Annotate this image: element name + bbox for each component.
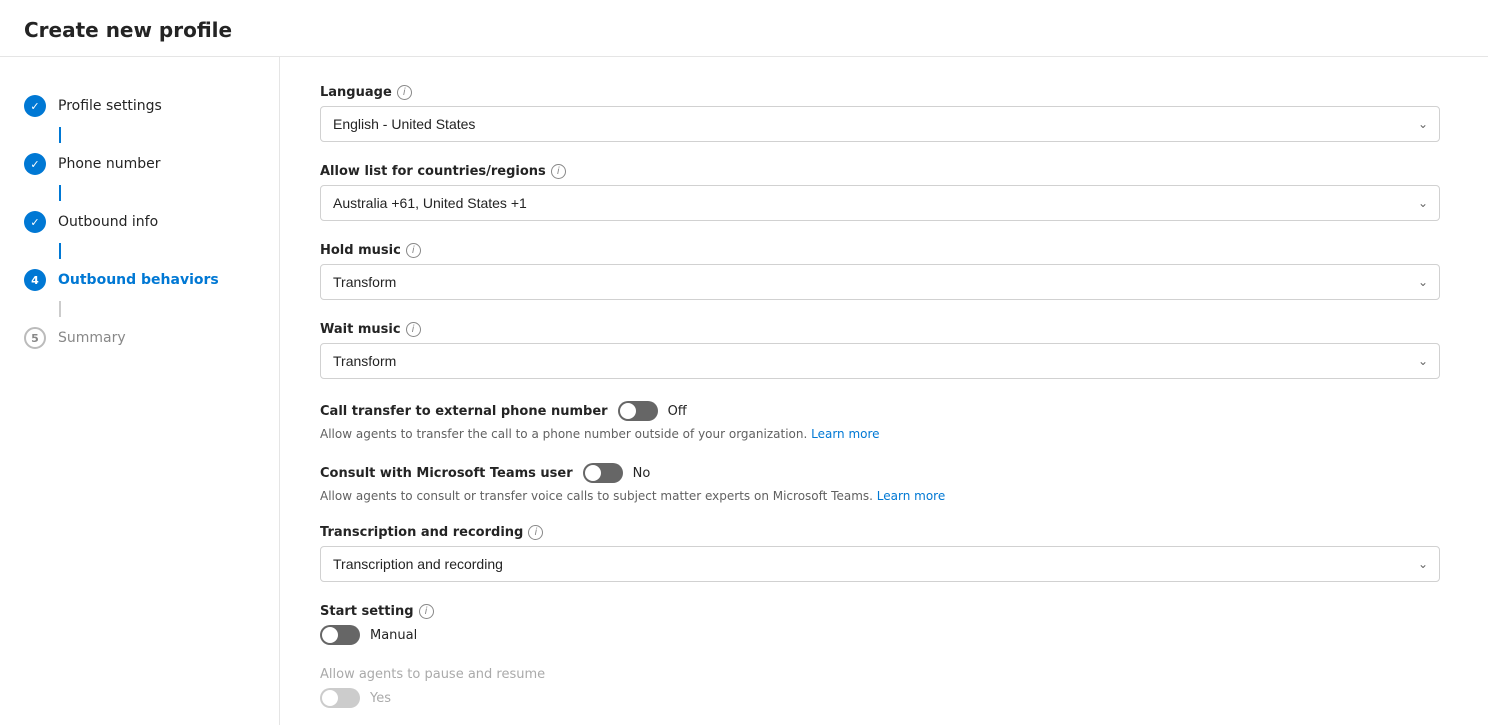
call-transfer-toggle[interactable] [618, 401, 658, 421]
start-setting-value: Manual [370, 628, 417, 643]
connector-2 [59, 185, 61, 201]
wait-music-label: Wait music i [320, 322, 1448, 337]
call-transfer-group: Call transfer to external phone number O… [320, 401, 1448, 441]
language-select-wrapper: English - United States English - UK Fre… [320, 106, 1440, 142]
allow-list-info-icon[interactable]: i [551, 164, 566, 179]
consult-teams-learn-more-link[interactable]: Learn more [877, 489, 945, 503]
start-setting-toggle-row: Manual [320, 625, 1448, 645]
language-info-icon[interactable]: i [397, 85, 412, 100]
connector-1 [59, 127, 61, 143]
start-setting-label: Start setting i [320, 604, 1448, 619]
allow-list-select-wrapper: Australia +61, United States +1 ⌄ [320, 185, 1440, 221]
consult-teams-label: Consult with Microsoft Teams user [320, 466, 573, 481]
sidebar-label-summary: Summary [58, 330, 126, 346]
sidebar-label-phone-number: Phone number [58, 156, 160, 172]
transcription-label: Transcription and recording i [320, 525, 1448, 540]
hold-music-select[interactable]: Transform Default None [320, 264, 1440, 300]
language-group: Language i English - United States Engli… [320, 85, 1448, 142]
wait-music-info-icon[interactable]: i [406, 322, 421, 337]
step-circle-outbound-info: ✓ [24, 211, 46, 233]
call-transfer-state: Off [668, 404, 687, 419]
consult-teams-helper: Allow agents to consult or transfer voic… [320, 489, 1120, 503]
transcription-select-wrapper: Transcription and recording Transcriptio… [320, 546, 1440, 582]
sidebar-label-profile-settings: Profile settings [58, 98, 162, 114]
wait-music-group: Wait music i Transform Default None ⌄ [320, 322, 1448, 379]
allow-list-group: Allow list for countries/regions i Austr… [320, 164, 1448, 221]
checkmark-icon-3: ✓ [30, 216, 39, 229]
wait-music-select-wrapper: Transform Default None ⌄ [320, 343, 1440, 379]
step-circle-phone-number: ✓ [24, 153, 46, 175]
wait-music-select[interactable]: Transform Default None [320, 343, 1440, 379]
call-transfer-learn-more-link[interactable]: Learn more [811, 427, 879, 441]
sidebar: ✓ Profile settings ✓ Phone number ✓ Outb… [0, 57, 280, 725]
sidebar-item-summary[interactable]: 5 Summary [24, 317, 279, 359]
start-setting-group: Start setting i Manual [320, 604, 1448, 645]
connector-3 [59, 243, 61, 259]
start-setting-info-icon[interactable]: i [419, 604, 434, 619]
sidebar-label-outbound-behaviors: Outbound behaviors [58, 272, 219, 288]
call-transfer-toggle-row: Call transfer to external phone number O… [320, 401, 1448, 421]
allow-pause-toggle[interactable] [320, 688, 360, 708]
sidebar-item-outbound-behaviors[interactable]: 4 Outbound behaviors [24, 259, 279, 301]
connector-4 [59, 301, 61, 317]
allow-list-select[interactable]: Australia +61, United States +1 [320, 185, 1440, 221]
start-setting-toggle[interactable] [320, 625, 360, 645]
hold-music-info-icon[interactable]: i [406, 243, 421, 258]
step-number-5: 5 [31, 332, 39, 345]
language-label: Language i [320, 85, 1448, 100]
transcription-info-icon[interactable]: i [528, 525, 543, 540]
consult-teams-group: Consult with Microsoft Teams user No All… [320, 463, 1448, 503]
checkmark-icon-2: ✓ [30, 158, 39, 171]
call-transfer-slider [618, 401, 658, 421]
call-transfer-helper: Allow agents to transfer the call to a p… [320, 427, 1120, 441]
hold-music-group: Hold music i Transform Default None ⌄ [320, 243, 1448, 300]
checkmark-icon: ✓ [30, 100, 39, 113]
allow-pause-label: Allow agents to pause and resume [320, 667, 1120, 682]
transcription-select[interactable]: Transcription and recording Transcriptio… [320, 546, 1440, 582]
consult-teams-state: No [633, 466, 651, 481]
transcription-group: Transcription and recording i Transcript… [320, 525, 1448, 582]
allow-pause-group: Allow agents to pause and resume Yes [320, 667, 1448, 708]
consult-teams-toggle[interactable] [583, 463, 623, 483]
step-number-4: 4 [31, 274, 39, 287]
allow-list-label: Allow list for countries/regions i [320, 164, 1448, 179]
step-circle-summary: 5 [24, 327, 46, 349]
page-header: Create new profile [0, 0, 1488, 57]
step-circle-outbound-behaviors: 4 [24, 269, 46, 291]
sidebar-item-phone-number[interactable]: ✓ Phone number [24, 143, 279, 185]
sidebar-item-profile-settings[interactable]: ✓ Profile settings [24, 85, 279, 127]
page-title: Create new profile [24, 18, 1464, 42]
consult-teams-slider [583, 463, 623, 483]
layout: ✓ Profile settings ✓ Phone number ✓ Outb… [0, 57, 1488, 725]
allow-pause-slider [320, 688, 360, 708]
language-select[interactable]: English - United States English - UK Fre… [320, 106, 1440, 142]
hold-music-label: Hold music i [320, 243, 1448, 258]
consult-teams-toggle-row: Consult with Microsoft Teams user No [320, 463, 1448, 483]
allow-pause-toggle-row: Yes [320, 688, 1448, 708]
call-transfer-label: Call transfer to external phone number [320, 404, 608, 419]
step-circle-profile-settings: ✓ [24, 95, 46, 117]
hold-music-select-wrapper: Transform Default None ⌄ [320, 264, 1440, 300]
allow-pause-value: Yes [370, 691, 391, 706]
start-setting-slider [320, 625, 360, 645]
main-content: Language i English - United States Engli… [280, 57, 1488, 725]
sidebar-item-outbound-info[interactable]: ✓ Outbound info [24, 201, 279, 243]
sidebar-label-outbound-info: Outbound info [58, 214, 158, 230]
